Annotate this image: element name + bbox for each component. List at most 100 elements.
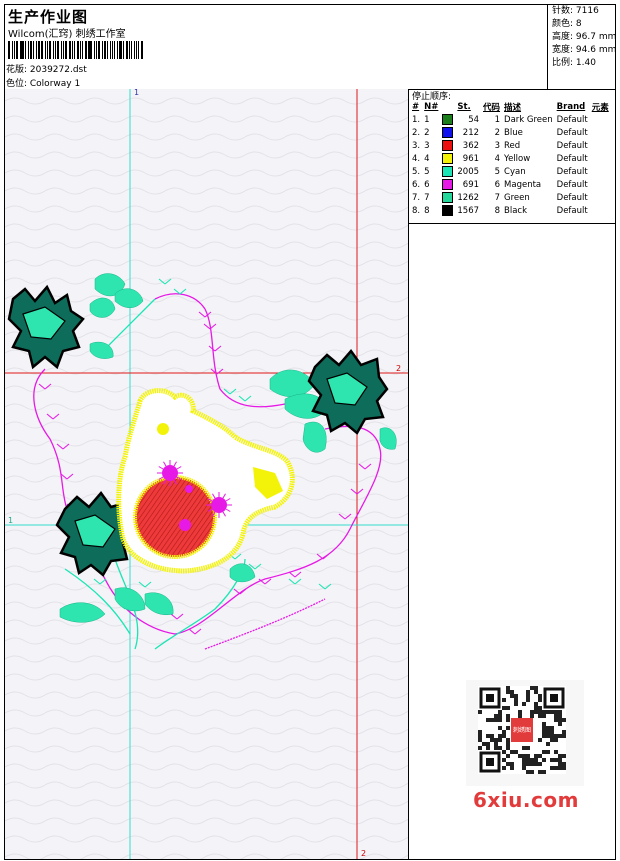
qr-module bbox=[498, 726, 502, 730]
qr-module bbox=[518, 714, 522, 718]
embroidery-preview[interactable]: 1 2 1 2 bbox=[5, 89, 408, 859]
barcode-bar bbox=[62, 41, 64, 59]
qr-module bbox=[538, 698, 542, 702]
qr-module bbox=[494, 718, 498, 722]
cell-desc: Cyan bbox=[504, 166, 526, 177]
qr-module bbox=[522, 762, 526, 766]
qr-module bbox=[534, 758, 538, 762]
qr-module bbox=[530, 714, 534, 718]
qr-module bbox=[554, 758, 558, 762]
qr-module bbox=[558, 758, 562, 762]
cell-code: 5 bbox=[494, 166, 501, 177]
cell-n: 3 bbox=[424, 140, 430, 151]
design-file-label: 花版: 2039272.dst bbox=[6, 65, 87, 75]
stat-colors: 颜色: 8 bbox=[552, 19, 582, 29]
qr-module bbox=[510, 766, 514, 770]
qr-module bbox=[526, 746, 530, 750]
red-center bbox=[133, 475, 217, 559]
qr-module bbox=[494, 742, 498, 746]
stat-height: 高度: 96.7 mm bbox=[552, 32, 617, 42]
table-row: 8. 8 1567 8 Black Default bbox=[410, 204, 611, 217]
color-swatch bbox=[442, 114, 454, 125]
qr-module bbox=[514, 702, 518, 706]
barcode bbox=[8, 41, 144, 59]
barcode-bar bbox=[136, 41, 138, 59]
barcode-bar bbox=[117, 41, 119, 59]
cell-brand: Default bbox=[556, 153, 588, 164]
cell-elem bbox=[590, 204, 611, 217]
qr-module bbox=[486, 718, 490, 722]
cell-desc: Dark Green bbox=[504, 114, 553, 125]
cell-elem bbox=[590, 178, 611, 191]
cell-st: 1262 bbox=[457, 192, 480, 203]
qr-module bbox=[554, 710, 558, 714]
qr-module bbox=[514, 750, 518, 754]
qr-module bbox=[550, 738, 554, 742]
barcode-bar bbox=[69, 41, 72, 59]
company-name: Wilcom(汇窍) 刺绣工作室 bbox=[8, 29, 126, 40]
barcode-bar bbox=[53, 41, 54, 59]
cell-elem bbox=[590, 113, 611, 126]
qr-module bbox=[558, 754, 562, 758]
qr-module bbox=[514, 698, 518, 702]
cell-code: 8 bbox=[494, 205, 501, 216]
cell-code: 6 bbox=[494, 179, 501, 190]
barcode-bar bbox=[138, 41, 140, 59]
barcode-bar bbox=[77, 41, 79, 59]
barcode-bar bbox=[35, 41, 37, 59]
qr-module bbox=[486, 742, 490, 746]
color-swatch bbox=[442, 166, 454, 177]
qr-module bbox=[526, 770, 530, 774]
table-row: 1. 1 54 1 Dark Green Default bbox=[410, 113, 611, 126]
qr-module bbox=[542, 710, 546, 714]
qr-module bbox=[546, 742, 550, 746]
qr-module bbox=[554, 718, 558, 722]
qr-module bbox=[506, 746, 510, 750]
qr-module bbox=[534, 706, 538, 710]
guide-label-v2: 2 bbox=[361, 849, 366, 858]
cell-elem bbox=[590, 126, 611, 139]
cell-brand: Default bbox=[556, 205, 588, 216]
qr-module bbox=[482, 742, 486, 746]
qr-module bbox=[562, 766, 566, 770]
qr-module bbox=[550, 766, 554, 770]
page-title: 生产作业图 bbox=[8, 8, 89, 26]
qr-module bbox=[530, 758, 534, 762]
cell-n: 8 bbox=[424, 205, 430, 216]
qr-module bbox=[498, 710, 502, 714]
qr-module bbox=[522, 746, 526, 750]
barcode-bar bbox=[45, 41, 47, 59]
qr-module bbox=[530, 710, 534, 714]
qr-module bbox=[498, 714, 502, 718]
color-swatch bbox=[442, 192, 454, 203]
col-code: 代码 bbox=[483, 103, 501, 113]
barcode-bar bbox=[130, 41, 132, 59]
qr-module bbox=[546, 726, 550, 730]
cell-st: 691 bbox=[462, 179, 480, 190]
cell-desc: Black bbox=[504, 205, 528, 216]
cell-code: 4 bbox=[494, 153, 501, 164]
qr-module bbox=[542, 730, 546, 734]
cell-idx: 4. bbox=[412, 153, 421, 164]
qr-module bbox=[498, 738, 502, 742]
cell-swatch bbox=[440, 139, 455, 152]
qr-module bbox=[538, 694, 542, 698]
barcode-bar bbox=[96, 41, 98, 59]
col-n: N# bbox=[424, 102, 439, 112]
cell-idx: 1. bbox=[412, 114, 421, 125]
qr-module bbox=[506, 762, 510, 766]
barcode-bar bbox=[40, 41, 44, 59]
cell-elem bbox=[590, 165, 611, 178]
header: 生产作业图 Wilcom(汇窍) 刺绣工作室 花版: 2039272.dst 色… bbox=[5, 5, 617, 90]
qr-module bbox=[558, 766, 562, 770]
qr-module bbox=[522, 754, 526, 758]
qr-module bbox=[538, 770, 542, 774]
qr-module bbox=[554, 766, 558, 770]
qr-module bbox=[554, 734, 558, 738]
barcode-bar bbox=[89, 41, 93, 59]
cell-swatch bbox=[440, 126, 455, 139]
table-row: 4. 4 961 4 Yellow Default bbox=[410, 152, 611, 165]
qr-module bbox=[550, 726, 554, 730]
table-row: 5. 5 2005 5 Cyan Default bbox=[410, 165, 611, 178]
barcode-bar bbox=[15, 41, 18, 59]
